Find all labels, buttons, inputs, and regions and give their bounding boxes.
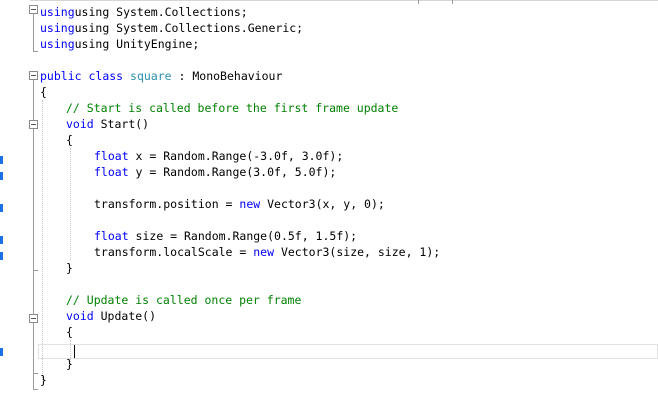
code-line[interactable]: { (40, 84, 47, 100)
code-text: { (40, 85, 47, 99)
collapse-toggle-icon[interactable] (29, 71, 38, 80)
keyword: new (253, 245, 275, 259)
code-line[interactable]: float x = Random.Range(-3.0f, 3.0f); (94, 148, 343, 164)
code-comment: // Start is called before the first fram… (66, 101, 399, 115)
code-line[interactable]: } (40, 372, 47, 388)
outline-end (33, 270, 38, 271)
change-indicator (0, 172, 3, 180)
indent-guide (42, 100, 43, 380)
current-line-highlight (38, 344, 658, 359)
code-text: } (66, 261, 73, 275)
keyword: void (66, 309, 94, 323)
code-text: y = Random.Range(3.0f, 5.0f); (128, 165, 337, 179)
code-text: Vector3(size, size, 1); (274, 245, 441, 259)
code-line[interactable]: float y = Random.Range(3.0f, 5.0f); (94, 164, 336, 180)
code-text: Update() (93, 309, 157, 323)
code-line[interactable]: transform.localScale = new Vector3(size,… (94, 244, 440, 260)
code-text: using System.Collections.Generic; (74, 21, 304, 35)
keyword: class (88, 69, 124, 83)
code-line[interactable]: float size = Random.Range(0.5f, 1.5f); (94, 228, 357, 244)
class-name: square (130, 69, 172, 83)
code-line[interactable]: // Start is called before the first fram… (66, 100, 398, 116)
code-line[interactable]: { (66, 132, 73, 148)
code-comment: // Update is called once per frame (66, 293, 302, 307)
code-line[interactable]: transform.position = new Vector3(x, y, 0… (94, 196, 385, 212)
collapse-toggle-icon[interactable] (29, 314, 38, 323)
code-line[interactable]: void Update() (66, 308, 156, 324)
code-text: { (66, 325, 73, 339)
code-line[interactable]: } (66, 356, 73, 372)
code-text: using System.Collections; (74, 5, 248, 19)
code-text: using UnityEngine; (74, 37, 200, 51)
keyword: float (94, 229, 129, 243)
code-line[interactable]: public class square : MonoBehaviour (40, 68, 282, 84)
code-text: } (40, 373, 47, 387)
code-text: : MonoBehaviour (171, 69, 283, 83)
keyword: using (40, 21, 75, 35)
outline-end (33, 373, 38, 374)
outline-line (33, 14, 34, 52)
code-text: size = Random.Range(0.5f, 1.5f); (128, 229, 358, 243)
change-indicator (0, 156, 3, 164)
line-margin[interactable] (0, 0, 30, 401)
keyword: float (94, 149, 129, 163)
collapse-toggle-icon[interactable] (29, 120, 38, 129)
editor-top-border (0, 0, 658, 1)
code-line[interactable]: // Update is called once per frame (66, 292, 301, 308)
code-line[interactable]: void Start() (66, 116, 149, 132)
outline-end (33, 389, 38, 390)
code-text: } (66, 357, 73, 371)
collapse-toggle-icon[interactable] (29, 5, 38, 14)
code-line[interactable]: usingusing System.Collections.Generic; (40, 20, 303, 36)
keyword: using (40, 5, 75, 19)
change-indicator (0, 204, 3, 212)
code-line[interactable]: usingusing System.Collections; (40, 4, 248, 20)
code-text: { (66, 133, 73, 147)
code-line[interactable]: } (66, 260, 73, 276)
outline-end (33, 51, 38, 52)
ruler-tick (452, 0, 453, 4)
code-line[interactable]: usingusing UnityEngine; (40, 36, 199, 52)
keyword: new (239, 197, 261, 211)
code-editor[interactable]: usingusing System.Collections; usingusin… (0, 0, 658, 401)
keyword: void (66, 117, 94, 131)
keyword: float (94, 165, 129, 179)
indent-guide (70, 148, 71, 260)
code-text: Start() (93, 117, 150, 131)
code-text: transform.localScale = (94, 245, 254, 259)
keyword: using (40, 37, 75, 51)
change-indicator (0, 236, 3, 244)
code-text: Vector3(x, y, 0); (260, 197, 385, 211)
code-line[interactable]: { (66, 324, 73, 340)
change-indicator (0, 348, 3, 356)
keyword: public (40, 69, 82, 83)
code-text: transform.position = (94, 197, 240, 211)
text-caret (74, 345, 75, 358)
code-text: x = Random.Range(-3.0f, 3.0f); (128, 149, 344, 163)
ruler-tick (418, 0, 419, 4)
change-indicator (0, 252, 3, 260)
